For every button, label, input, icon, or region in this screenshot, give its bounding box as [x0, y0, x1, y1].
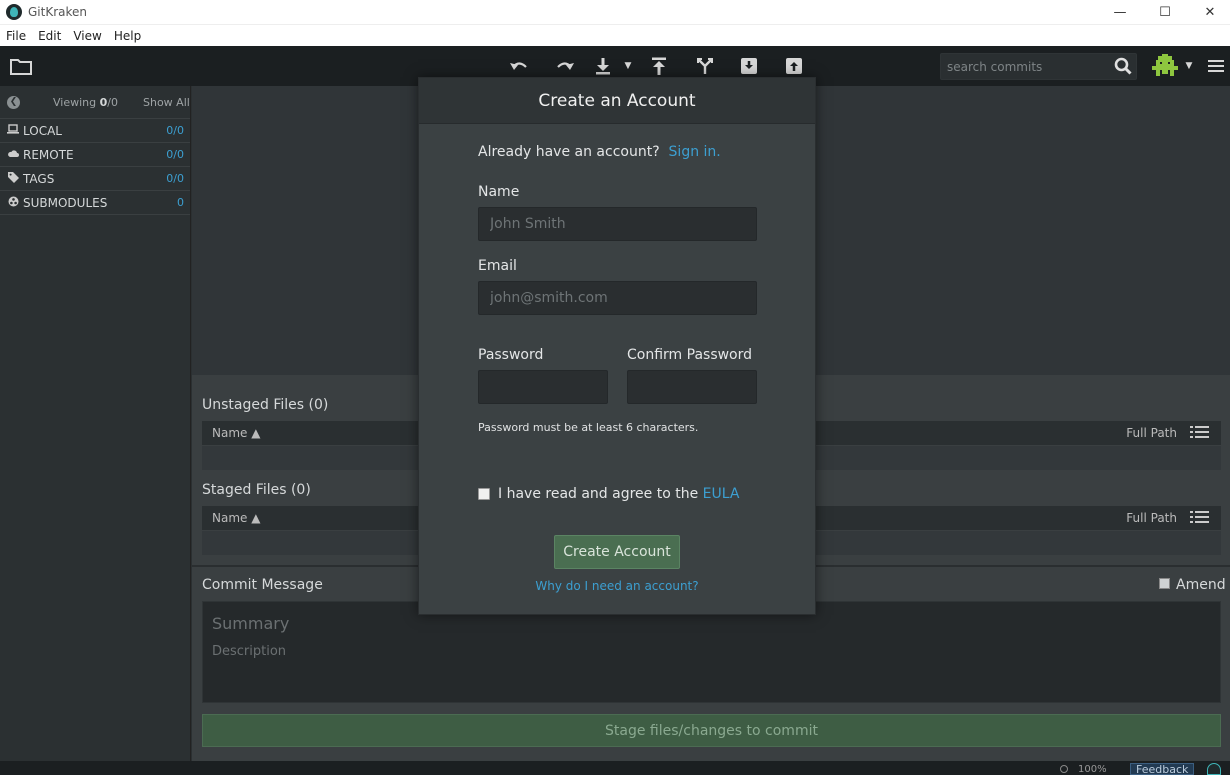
confirm-password-label: Confirm Password	[627, 347, 753, 363]
zoom-icon	[1060, 765, 1068, 773]
menu-view[interactable]: View	[67, 29, 107, 43]
name-sort-column[interactable]: Name ▲	[212, 511, 260, 525]
sidebar-item-local[interactable]: LOCAL 0/0	[0, 119, 190, 143]
feedback-button[interactable]: Feedback	[1130, 763, 1195, 775]
sidebar-item-label: REMOTE	[23, 147, 74, 162]
menu-edit[interactable]: Edit	[32, 29, 67, 43]
commit-description-input[interactable]	[212, 644, 1202, 696]
show-all-link[interactable]: Show All	[143, 96, 190, 109]
amend-checkbox[interactable]	[1159, 578, 1170, 589]
status-bar: 100% Feedback	[0, 761, 1230, 775]
search-box	[940, 53, 1137, 80]
list-view-icon[interactable]	[1190, 511, 1209, 526]
sidebar-item-label: LOCAL	[23, 123, 62, 138]
password-hint: Password must be at least 6 characters.	[478, 421, 699, 434]
search-commits-input[interactable]	[941, 54, 1111, 79]
why-account-link[interactable]: Why do I need an account?	[419, 579, 815, 593]
submodule-icon	[7, 196, 19, 210]
laptop-icon	[7, 124, 19, 137]
email-label: Email	[478, 258, 517, 274]
email-input[interactable]	[478, 281, 757, 315]
name-label: Name	[478, 184, 520, 200]
tag-icon	[7, 171, 19, 186]
commit-message-title: Commit Message	[202, 577, 323, 593]
unstaged-files-title: Unstaged Files (0)	[202, 397, 329, 413]
maximize-button[interactable]: ☐	[1142, 0, 1188, 24]
have-account-text: Already have an account?	[478, 144, 660, 160]
menu-bar: File Edit View Help	[0, 24, 1230, 46]
collapse-sidebar-icon[interactable]: ❮	[7, 96, 20, 109]
eula-row: I have read and agree to the EULA	[498, 486, 739, 502]
viewing-label: Viewing 0/0	[53, 95, 118, 109]
password-label: Password	[478, 347, 544, 363]
sidebar-item-label: TAGS	[23, 171, 55, 186]
left-sidebar: ❮ Viewing 0/0 Show All LOCAL 0/0 REMOTE …	[0, 86, 191, 761]
search-icon[interactable]	[1110, 46, 1136, 86]
dialog-title: Create an Account	[419, 78, 815, 124]
have-account-row: Already have an account? Sign in.	[478, 144, 721, 160]
sidebar-item-tags[interactable]: TAGS 0/0	[0, 167, 190, 191]
window-title: GitKraken	[28, 5, 88, 19]
sidebar-item-count: 0/0	[166, 148, 184, 161]
sidebar-item-submodules[interactable]: SUBMODULES 0	[0, 191, 190, 215]
full-path-toggle[interactable]: Full Path	[1126, 511, 1177, 525]
viewing-total: /0	[107, 95, 118, 109]
sidebar-item-remote[interactable]: REMOTE 0/0	[0, 143, 190, 167]
sidebar-item-count: 0/0	[166, 124, 184, 137]
menu-file[interactable]: File	[0, 29, 32, 43]
avatar-icon[interactable]	[1150, 46, 1180, 86]
full-path-toggle[interactable]: Full Path	[1126, 426, 1177, 440]
title-bar: GitKraken — ☐ ✕	[0, 0, 1230, 24]
close-button[interactable]: ✕	[1187, 0, 1230, 24]
menu-help[interactable]: Help	[108, 29, 147, 43]
eula-link[interactable]: EULA	[703, 486, 740, 502]
confirm-password-input[interactable]	[627, 370, 757, 404]
gitkraken-logo-icon	[6, 4, 22, 20]
folder-icon[interactable]	[8, 46, 34, 86]
sidebar-item-count: 0	[177, 196, 184, 209]
stage-files-button[interactable]: Stage files/changes to commit	[202, 714, 1221, 747]
create-account-button[interactable]: Create Account	[554, 535, 680, 569]
staged-files-title: Staged Files (0)	[202, 482, 311, 498]
commit-message-box	[202, 601, 1221, 703]
eula-checkbox[interactable]	[478, 488, 490, 500]
hamburger-menu-icon[interactable]	[1204, 46, 1228, 86]
cloud-icon	[7, 148, 19, 161]
gitkraken-status-icon[interactable]	[1207, 763, 1221, 775]
minimize-button[interactable]: —	[1097, 0, 1143, 24]
sidebar-header: ❮ Viewing 0/0 Show All	[0, 86, 190, 119]
eula-text: I have read and agree to the	[498, 486, 699, 502]
list-view-icon[interactable]	[1190, 426, 1209, 441]
sidebar-item-count: 0/0	[166, 172, 184, 185]
name-input[interactable]	[478, 207, 757, 241]
name-sort-column[interactable]: Name ▲	[212, 426, 260, 440]
password-input[interactable]	[478, 370, 608, 404]
zoom-level[interactable]: 100%	[1078, 764, 1107, 775]
avatar-dropdown-chevron-icon[interactable]: ▼	[1182, 46, 1196, 86]
amend-label: Amend	[1176, 577, 1226, 593]
sign-in-link[interactable]: Sign in.	[669, 144, 721, 160]
sidebar-item-label: SUBMODULES	[23, 195, 108, 210]
commit-summary-input[interactable]	[212, 612, 1202, 634]
create-account-dialog: Create an Account Already have an accoun…	[418, 77, 816, 615]
